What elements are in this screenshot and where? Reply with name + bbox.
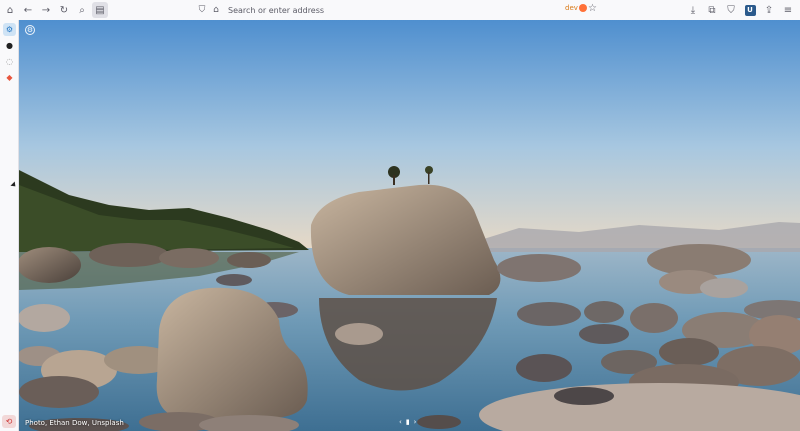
extension-u-icon[interactable]: U bbox=[742, 2, 758, 18]
share-icon[interactable]: ⇪ bbox=[761, 2, 777, 18]
sidebar-toggle-icon[interactable]: ▤ bbox=[92, 2, 108, 18]
sidebar-extension-icon[interactable]: ◌ bbox=[3, 55, 16, 68]
dev-badge-label: dev bbox=[565, 4, 578, 12]
reload-button[interactable]: ↻ bbox=[56, 2, 72, 18]
pause-wallpaper-icon[interactable]: ▮ bbox=[406, 418, 410, 426]
shield-icon[interactable]: ⛉ bbox=[196, 4, 208, 16]
sidebar-settings-icon[interactable]: ⚙ bbox=[3, 23, 16, 36]
photo-credit[interactable]: Photo, Ethan Dow, Unsplash bbox=[25, 419, 124, 427]
wallpaper-image bbox=[19, 20, 800, 431]
browser-toolbar: ⌂ ← → ↻ ⌕ ▤ ⛉ ⌂ dev ☆ ⤓ ⧉ ⛉ U ⇪ ≡ bbox=[0, 0, 800, 20]
sidebar-customize-icon[interactable]: ⟲ bbox=[2, 415, 16, 428]
bookmark-star-icon[interactable]: ☆ bbox=[588, 3, 597, 14]
dev-badge: dev bbox=[565, 4, 587, 12]
menu-icon[interactable]: ≡ bbox=[780, 2, 796, 18]
url-input[interactable] bbox=[228, 5, 488, 15]
dev-logo-icon bbox=[578, 4, 587, 12]
wallpaper-pager: ‹ ▮ › bbox=[399, 418, 416, 426]
search-icon[interactable]: ⌕ bbox=[74, 2, 90, 18]
customize-icon[interactable]: ⚙ bbox=[25, 25, 35, 35]
sidebar: ⚙ ● ◌ ◆ ⟲ bbox=[0, 20, 19, 431]
next-wallpaper-icon[interactable]: › bbox=[414, 418, 417, 426]
shield-extension-icon[interactable]: ⛉ bbox=[723, 2, 739, 18]
address-bar[interactable]: ⛉ ⌂ bbox=[196, 2, 606, 18]
back-button[interactable]: ← bbox=[20, 2, 36, 18]
page-icon: ⌂ bbox=[213, 5, 219, 15]
extensions-icon[interactable]: ⧉ bbox=[704, 2, 720, 18]
sidebar-github-icon[interactable]: ● bbox=[3, 39, 16, 52]
downloads-icon[interactable]: ⤓ bbox=[685, 2, 701, 18]
sidebar-app-icon[interactable]: ◆ bbox=[3, 71, 16, 84]
home-icon[interactable]: ⌂ bbox=[2, 2, 18, 18]
prev-wallpaper-icon[interactable]: ‹ bbox=[399, 418, 402, 426]
forward-button[interactable]: → bbox=[38, 2, 54, 18]
newtab-page: ⚙ Photo, Ethan Dow, Unsplash ‹ ▮ › bbox=[19, 20, 800, 431]
